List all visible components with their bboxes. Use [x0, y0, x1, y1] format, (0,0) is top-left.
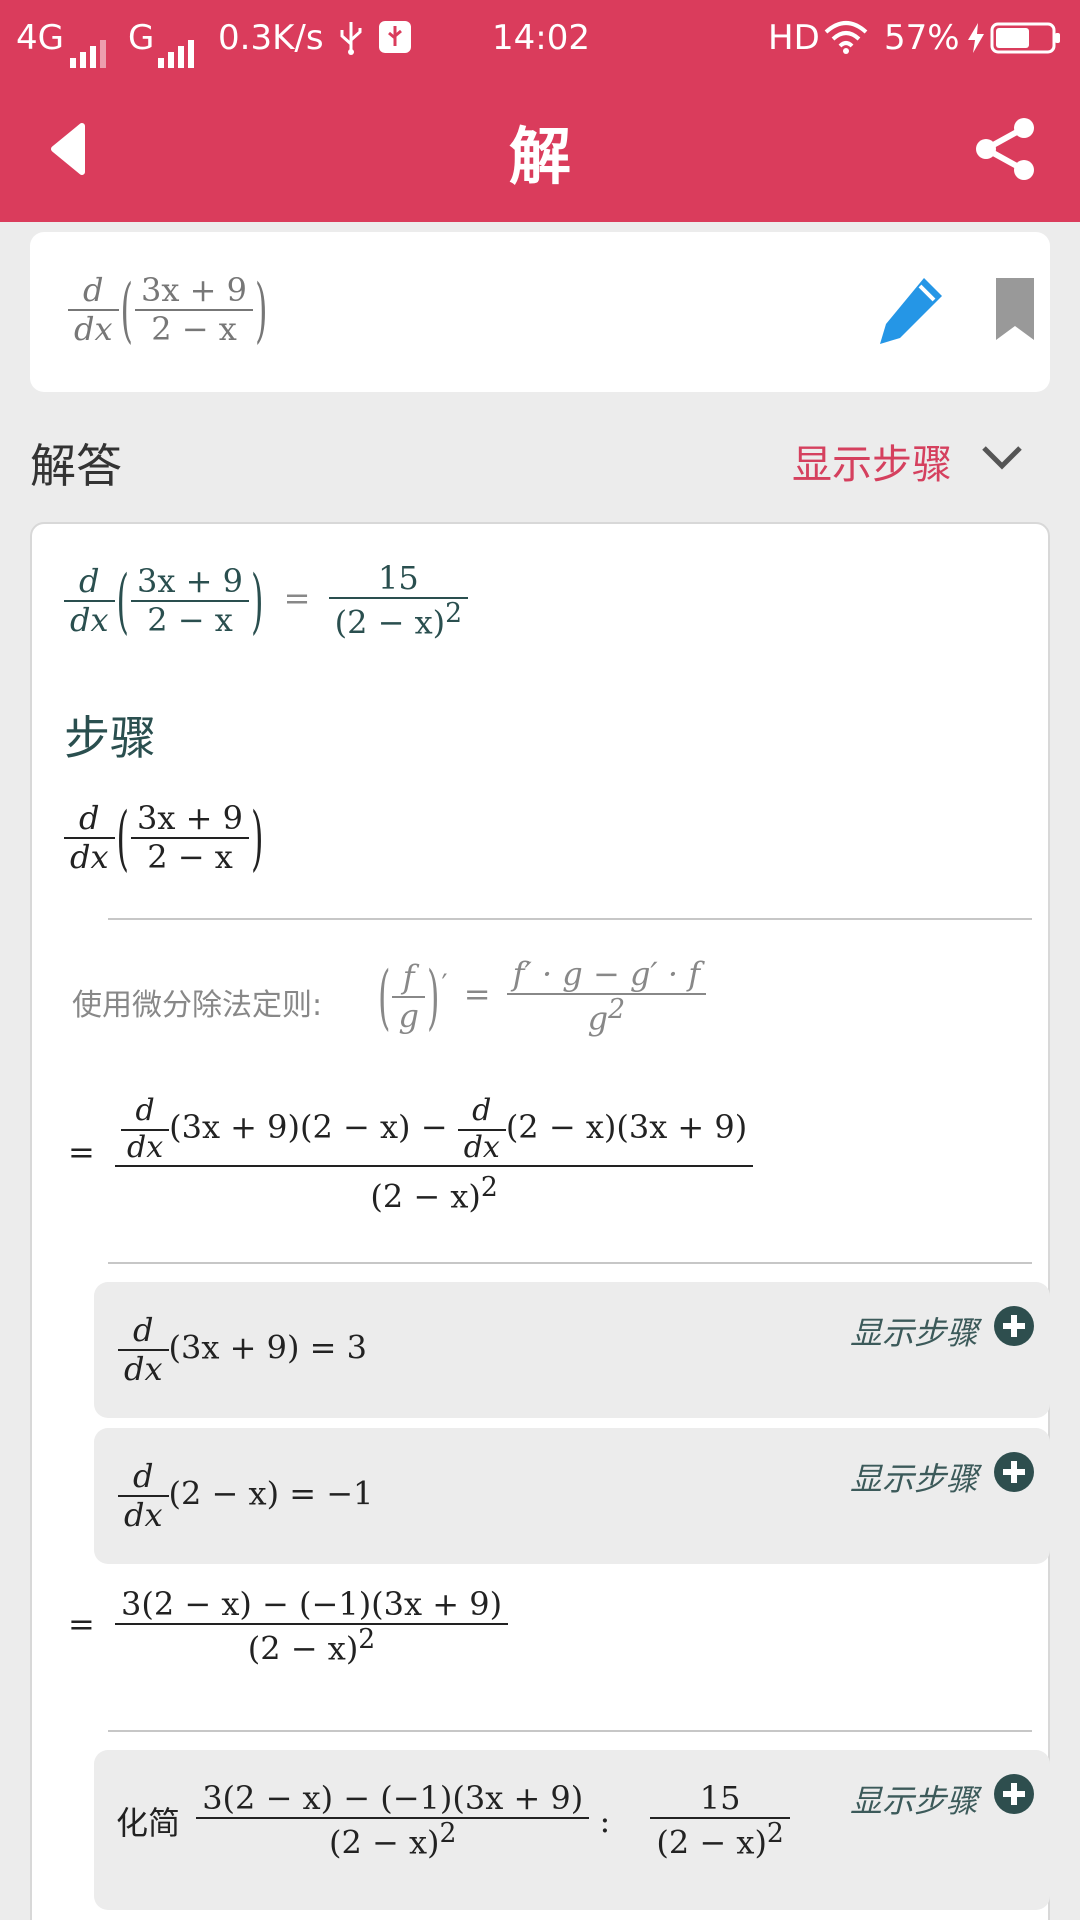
input-card[interactable]: d dx(3x + 92 − x)	[30, 232, 1050, 392]
quotient-rule-formula: (f g)′ = f′ · g − g′ · f g2	[376, 955, 707, 1038]
network-type-1: 4G	[16, 18, 64, 58]
battery-percent: 57%	[884, 18, 960, 58]
combined-expression: = 3(2 − x) − (−1)(3x + 9) (2 − x)2	[68, 1586, 509, 1667]
network-type-2: G	[128, 18, 155, 58]
rule-label: 使用微分除法定则:	[72, 988, 323, 1023]
hd-indicator: HD	[768, 18, 820, 58]
usb-icon	[338, 20, 364, 65]
solution-title: 解答	[30, 439, 122, 493]
plus-icon[interactable]	[994, 1306, 1034, 1346]
quotient-expression: = d dx (3x + 9)(2 − x) − d dx (2 − x)(3x + 9…	[68, 1093, 754, 1215]
share-icon	[976, 118, 1034, 180]
simplify-expression: 化简 3(2 − x) − (−1)(3x + 9) (2 − x)2 : 15(…	[116, 1780, 790, 1861]
show-steps-link[interactable]: 显示步骤	[792, 432, 952, 490]
substep-card[interactable]: d dx (3x + 9) = 3 显示步骤	[94, 1282, 1050, 1418]
substep-expression: d dx (2 − x) = −1	[118, 1458, 373, 1534]
steps-title: 步骤	[64, 711, 156, 765]
signal-icon-2	[158, 28, 198, 68]
substep-card[interactable]: d dx (2 − x) = −1 显示步骤	[94, 1428, 1050, 1564]
status-bar: 4G G 0.3K/s 14:02 HD 57%	[0, 0, 1080, 78]
usb-debug-icon	[378, 20, 412, 63]
battery-icon	[990, 22, 1062, 63]
divider	[108, 1730, 1032, 1732]
input-expression[interactable]: d dx(3x + 92 − x)	[68, 268, 269, 352]
pencil-icon	[880, 278, 942, 344]
wifi-icon	[824, 20, 868, 63]
signal-icon-1	[70, 28, 110, 68]
bookmark-icon	[996, 278, 1034, 340]
bookmark-button[interactable]	[990, 274, 1046, 346]
simplify-card[interactable]: 化简 3(2 − x) − (−1)(3x + 9) (2 − x)2 : 15(…	[94, 1750, 1050, 1910]
charging-icon	[966, 22, 986, 63]
show-steps-link[interactable]: 显示步骤	[850, 1776, 978, 1822]
edit-button[interactable]	[866, 266, 956, 356]
result-equation: d dx(3x + 92 − x) = 15 (2 − x)2	[64, 559, 469, 642]
network-speed: 0.3K/s	[218, 18, 324, 58]
share-button[interactable]	[972, 114, 1042, 184]
solution-card: d dx(3x + 92 − x) = 15 (2 − x)2 步骤 d dx(3x …	[30, 522, 1050, 1920]
page-title: 解	[508, 120, 571, 193]
plus-icon[interactable]	[994, 1774, 1034, 1814]
app-bar: 解	[0, 78, 1080, 222]
step-expression: d dx(3x + 92 − x)	[64, 796, 265, 880]
chevron-down-icon[interactable]	[978, 438, 1026, 478]
divider	[108, 1262, 1032, 1264]
clock: 14:02	[492, 18, 590, 58]
plus-icon[interactable]	[994, 1452, 1034, 1492]
divider	[108, 918, 1032, 920]
substep-expression: d dx (3x + 9) = 3	[118, 1312, 367, 1388]
show-steps-link[interactable]: 显示步骤	[850, 1454, 978, 1500]
show-steps-link[interactable]: 显示步骤	[850, 1308, 978, 1354]
